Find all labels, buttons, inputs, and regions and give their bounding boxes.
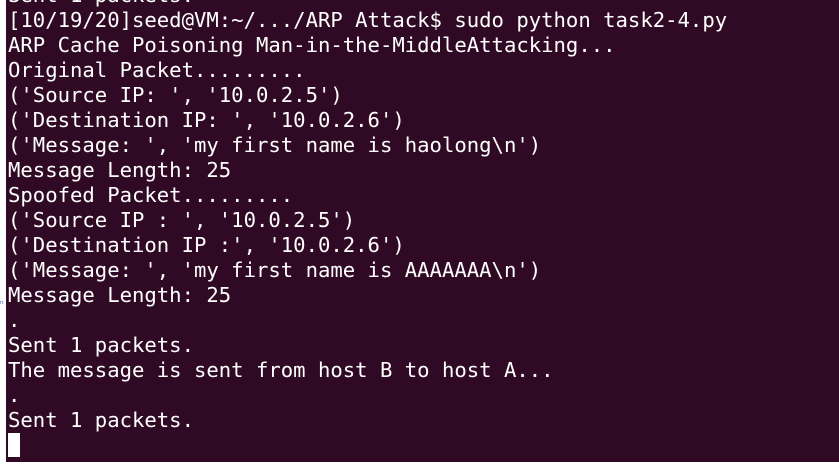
terminal-window[interactable]: Sent 1 packets. [10/19/20]seed@VM:~/.../…	[6, 0, 839, 462]
screenshot-frame: ⁿ Sent 1 packets. [10/19/20]seed@VM:~/..…	[0, 0, 839, 471]
terminal-line: ('Message: ', 'my first name is haolong\…	[8, 133, 542, 157]
terminal-line: ARP Cache Poisoning Man-in-the-MiddleAtt…	[8, 33, 616, 57]
terminal-line: ('Source IP : ', '10.0.2.5')	[8, 208, 356, 232]
terminal-line: Spoofed Packet.........	[8, 183, 294, 207]
margin-mark: ⁿ	[0, 300, 4, 310]
terminal-input-line[interactable]	[8, 433, 727, 458]
terminal-line: .	[8, 383, 21, 407]
terminal-line: Sent 1 packets.	[8, 333, 194, 357]
terminal-line: Original Packet.........	[8, 58, 306, 82]
terminal-output: Sent 1 packets. [10/19/20]seed@VM:~/.../…	[8, 0, 727, 458]
terminal-line: Sent 1 packets.	[8, 408, 194, 432]
terminal-line: ('Destination IP: ', '10.0.2.6')	[8, 108, 405, 132]
terminal-prompt-line: [10/19/20]seed@VM:~/.../ARP Attack$ sudo…	[8, 8, 728, 32]
terminal-line: Message Length: 25	[8, 283, 232, 307]
terminal-line: Sent 1 packets.	[8, 0, 727, 8]
terminal-line: The message is sent from host B to host …	[8, 358, 554, 382]
terminal-line: .	[8, 308, 21, 332]
terminal-cursor[interactable]	[8, 433, 20, 457]
terminal-line: Message Length: 25	[8, 158, 232, 182]
terminal-line: ('Source IP: ', '10.0.2.5')	[8, 83, 343, 107]
terminal-line: ('Destination IP :', '10.0.2.6')	[8, 233, 405, 257]
terminal-line: ('Message: ', 'my first name is AAAAAAA\…	[8, 258, 542, 282]
